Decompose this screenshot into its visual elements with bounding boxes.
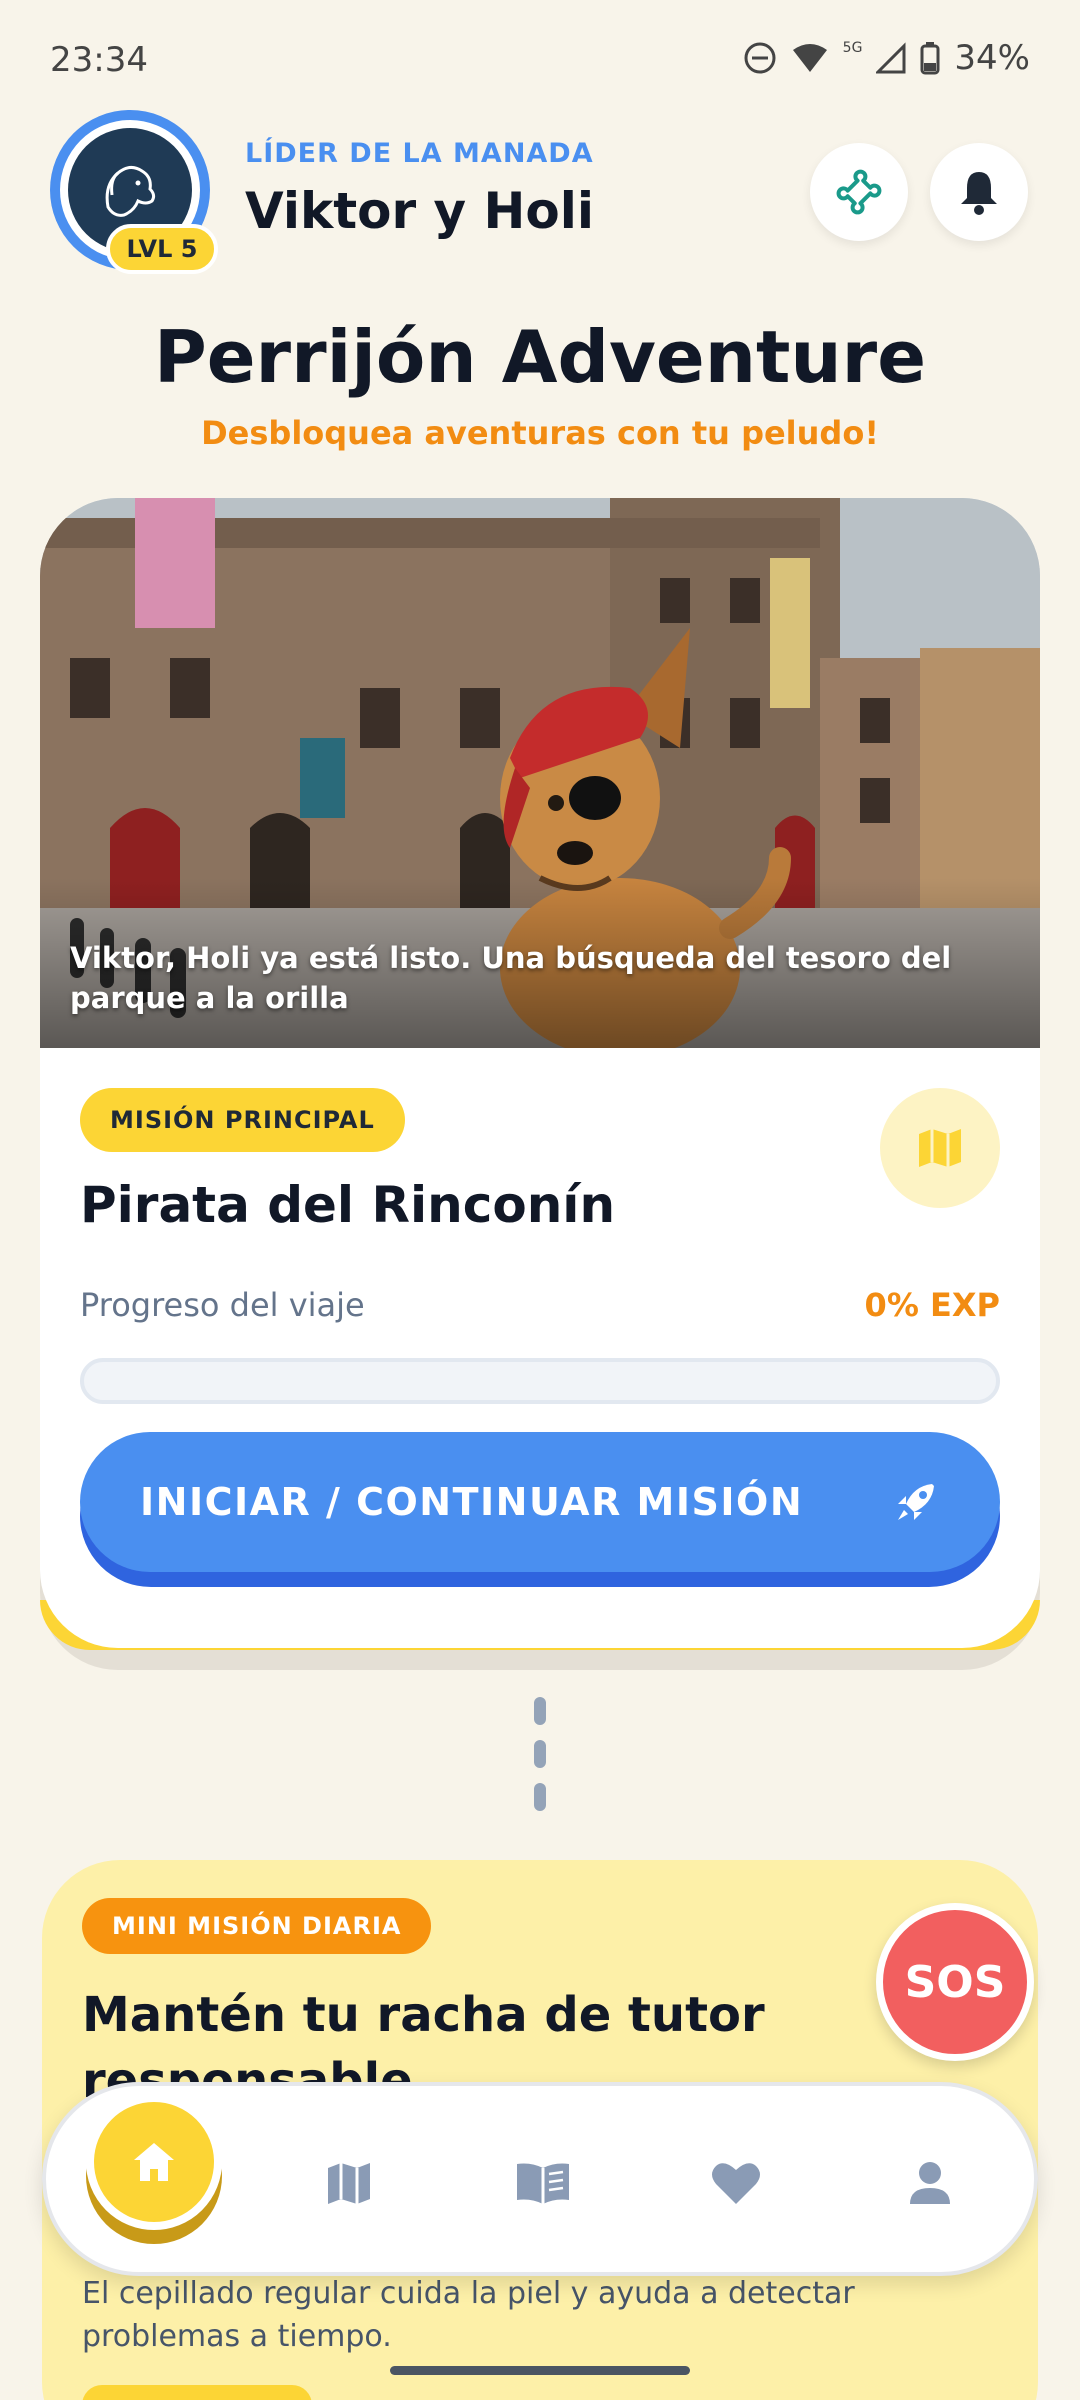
hero-caption: Viktor, Holi ya está listo. Una búsqueda… — [70, 941, 952, 1015]
start-mission-label: INICIAR / CONTINUAR MISIÓN — [140, 1480, 804, 1524]
battery-level: 34% — [954, 38, 1030, 78]
progress-bar — [80, 1358, 1000, 1404]
user-name: Viktor y Holi — [245, 182, 594, 240]
signal-icon — [876, 42, 906, 74]
do-not-disturb-icon — [744, 42, 776, 74]
path-dash — [534, 1783, 546, 1811]
battery-icon — [920, 42, 940, 75]
heart-icon — [712, 2163, 760, 2204]
status-bar: 23:34 5G 34% — [0, 0, 1080, 120]
bell-icon — [961, 172, 997, 215]
nav-home-button[interactable] — [86, 2094, 222, 2230]
nav-book-button[interactable] — [508, 2148, 578, 2218]
gesture-bar — [390, 2366, 690, 2375]
progress-value: 0% EXP — [864, 1286, 1000, 1324]
daily-mission-tag — [82, 2385, 312, 2400]
app-title: Perrijón Adventure — [153, 315, 927, 399]
notifications-button[interactable] — [930, 143, 1028, 241]
bone-button[interactable] — [810, 143, 908, 241]
start-mission-button[interactable]: INICIAR / CONTINUAR MISIÓN — [80, 1432, 1000, 1572]
main-mission-title: Pirata del Rinconín — [80, 1176, 616, 1234]
bone-icon — [836, 169, 882, 215]
app-subtitle: Desbloquea aventuras con tu peludo! — [201, 414, 879, 452]
status-time: 23:34 — [50, 40, 148, 80]
map-badge[interactable] — [880, 1088, 1000, 1208]
home-icon — [134, 2143, 174, 2181]
daily-mission-badge: MINI MISIÓN DIARIA — [82, 1898, 432, 1954]
main-mission-badge: MISIÓN PRINCIPAL — [80, 1088, 405, 1152]
map-icon — [919, 1129, 961, 1167]
sos-button[interactable]: SOS — [876, 1903, 1034, 2061]
path-dash — [534, 1697, 546, 1725]
nav-map-button[interactable] — [314, 2148, 384, 2218]
status-icons: 5G 34% — [743, 38, 1030, 78]
nav-health-button[interactable] — [701, 2148, 771, 2218]
rocket-icon — [898, 1484, 934, 1520]
nav-profile-button[interactable] — [895, 2148, 965, 2218]
path-dash — [534, 1740, 546, 1768]
person-icon — [910, 2162, 950, 2204]
user-role: LÍDER DE LA MANADA — [245, 138, 594, 169]
avatar[interactable]: LVL 5 — [50, 110, 218, 274]
book-icon — [517, 2163, 569, 2204]
level-badge: LVL 5 — [106, 224, 218, 274]
network-type: 5G — [842, 40, 863, 56]
daily-mission-body: El cepillado regular cuida la piel y ayu… — [82, 2276, 855, 2354]
wifi-icon — [792, 44, 827, 72]
mission-hero-image: Viktor, Holi ya está listo. Una búsqueda… — [40, 498, 1040, 1048]
progress-label: Progreso del viaje — [80, 1286, 365, 1324]
map-icon — [328, 2163, 370, 2204]
